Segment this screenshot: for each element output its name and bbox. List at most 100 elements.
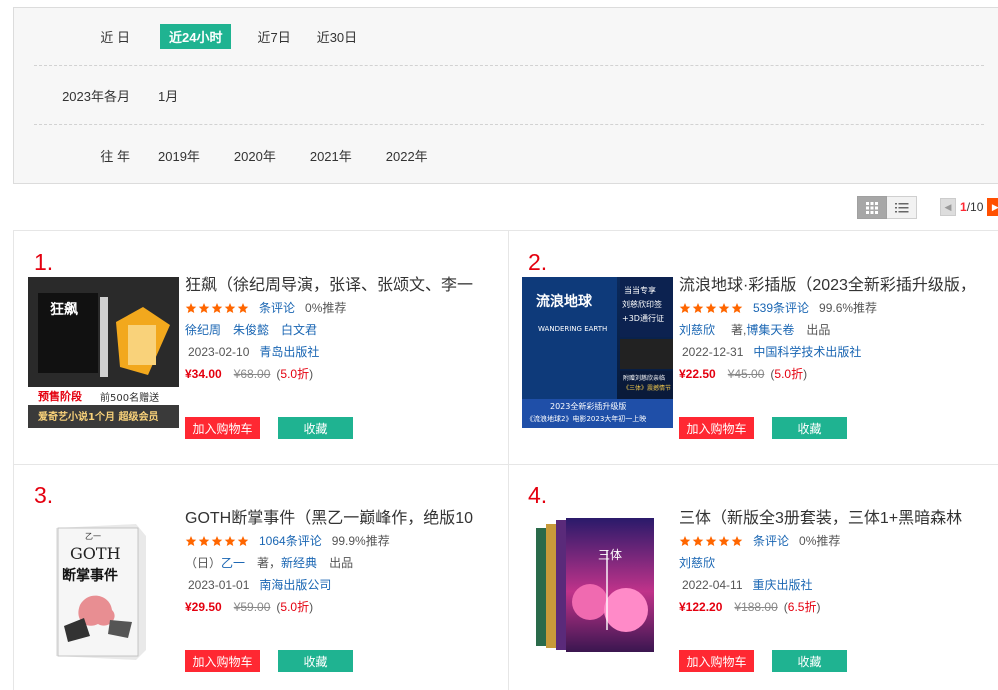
view-toggle [857,196,917,219]
filter-option-jan[interactable]: 1月 [158,83,178,108]
star-icon [211,302,224,314]
cover-en: WANDERING EARTH [538,325,608,333]
star-icon [692,302,705,314]
book-cover[interactable]: 流浪地球 WANDERING EARTH 当当专享 刘慈欣印签 +3D通行证 附… [522,277,673,428]
star-icon [211,535,224,547]
book-title[interactable]: 流浪地球·彩插版（2023全新彩插升级版， [679,275,979,297]
publish-date: 2023-02-10 [188,345,250,359]
original-price: ¥68.00 [233,367,271,381]
book-title[interactable]: 三体（新版全3册套装，三体1+黑暗森林 [679,508,979,530]
cover-badge: 刘慈欣印签 [622,300,662,309]
favorite-button[interactable]: 收藏 [772,650,847,672]
rating-stars [679,302,744,314]
author-link[interactable]: 徐纪周 [185,319,221,341]
filter-option-24h[interactable]: 近24小时 [160,24,232,49]
review-count[interactable]: 条评论 [259,297,295,319]
filter-panel: 近 日 近24小时 近7日 近30日 2023年各月 1月 往 年 2019年 … [13,7,998,184]
chevron-left-icon: ◀ [944,201,952,212]
review-count[interactable]: 条评论 [753,530,789,552]
add-to-cart-button[interactable]: 加入购物车 [679,650,754,672]
cover-badge: 《三体》震撼情节 [623,385,672,392]
favorite-button[interactable]: 收藏 [278,417,353,439]
filter-row-recent: 近 日 近24小时 近7日 近30日 [34,8,984,66]
author-link[interactable]: 新经典 [281,552,317,574]
cover-band: 《流浪地球2》电影2023大年初一上映 [526,415,647,423]
filter-option-2020[interactable]: 2020年 [234,143,276,168]
favorite-button[interactable]: 收藏 [772,417,847,439]
sale-price: ¥22.50 [679,367,716,381]
add-to-cart-button[interactable]: 加入购物车 [679,417,754,439]
author-prefix: （日） [185,556,222,570]
add-to-cart-button[interactable]: 加入购物车 [185,417,260,439]
grid-view-button[interactable] [857,196,887,219]
rating-stars [679,535,744,547]
discount: (5.0折) [276,600,314,614]
star-icon [224,302,237,314]
star-icon [224,535,237,547]
list-view-icon [894,202,908,212]
author-link[interactable]: 刘慈欣 [679,319,715,341]
author-link[interactable]: 朱俊懿 [233,319,269,341]
star-icon [185,302,198,314]
cover-promo: 预售阶段 [38,390,82,403]
cover-title: 三体 [598,548,623,562]
product-grid: 1. 狂飙 预售阶段 前500名赠送 爱奇艺小说1个月 超级会员 狂飙（徐纪周导… [13,230,998,690]
cover-en: GOTH [70,544,121,563]
add-to-cart-button[interactable]: 加入购物车 [185,650,260,672]
recommend-rate: 0%推荐 [799,534,841,548]
product-card: 4. 三体 三体（新版全3册套装，三体1+黑暗森林 条评论 0%推荐 刘慈欣 2… [508,464,998,690]
publisher-link[interactable]: 青岛出版社 [259,341,319,363]
discount: (5.0折) [770,367,808,381]
star-icon [705,535,718,547]
list-view-button[interactable] [887,196,917,219]
publish-date: 2022-04-11 [682,578,743,592]
filter-option-2021[interactable]: 2021年 [310,143,352,168]
discount: (6.5折) [783,600,821,614]
cover-promo: 爱奇艺小说1个月 超级会员 [38,412,159,423]
publisher-link[interactable]: 中国科学技术出版社 [753,341,861,363]
review-count[interactable]: 539条评论 [753,297,809,319]
publish-date: 2022-12-31 [682,345,744,359]
filter-label: 近 日 [100,30,130,45]
page-indicator: 1/10 [960,200,984,214]
author-link[interactable]: 白文君 [281,319,317,341]
book-cover[interactable]: 乙一 GOTH 断掌事件 [28,510,179,661]
star-icon [718,302,731,314]
rating-stars [185,535,250,547]
author-link[interactable]: 乙一 [221,552,245,574]
author-link[interactable]: 博集天卷 [746,319,794,341]
sale-price: ¥122.20 [679,600,723,614]
original-price: ¥188.00 [734,600,778,614]
cover-promo: 前500名赠送 [100,393,160,404]
cover-title: 狂飙 [50,302,78,318]
prev-page-button[interactable]: ◀ [940,198,956,216]
original-price: ¥59.00 [233,600,271,614]
rank-number: 1. [34,249,54,275]
grid-view-icon [866,201,878,214]
publisher-link[interactable]: 南海出版公司 [259,574,331,596]
book-title[interactable]: 狂飙（徐纪周导演，张译、张颂文、李一 [185,275,485,297]
author-role: 出品 [806,323,831,337]
review-count[interactable]: 1064条评论 [259,530,322,552]
publisher-link[interactable]: 重庆出版社 [753,574,813,596]
filter-option-7d[interactable]: 近7日 [257,24,290,49]
filter-option-2019[interactable]: 2019年 [158,143,200,168]
star-icon [679,302,692,314]
filter-label: 往 年 [100,148,130,164]
recommend-rate: 99.6%推荐 [819,301,878,315]
star-icon [198,535,211,547]
filter-row-years: 往 年 2019年 2020年 2021年 2022年 [34,126,984,184]
star-icon [185,535,198,547]
next-page-button[interactable]: ▶ [987,198,998,216]
cover-badge: 当当专享 [624,286,656,295]
discount: (5.0折) [276,367,314,381]
publish-date: 2023-01-01 [188,578,250,592]
filter-option-30d[interactable]: 近30日 [317,24,357,49]
star-icon [198,302,211,314]
book-title[interactable]: GOTH断掌事件（黑乙一巅峰作，绝版10 [185,508,485,530]
favorite-button[interactable]: 收藏 [278,650,353,672]
book-cover[interactable]: 三体 [522,510,673,661]
book-cover[interactable]: 狂飙 预售阶段 前500名赠送 爱奇艺小说1个月 超级会员 [28,277,179,428]
author-link[interactable]: 刘慈欣 [679,552,715,574]
filter-option-2022[interactable]: 2022年 [386,143,428,168]
